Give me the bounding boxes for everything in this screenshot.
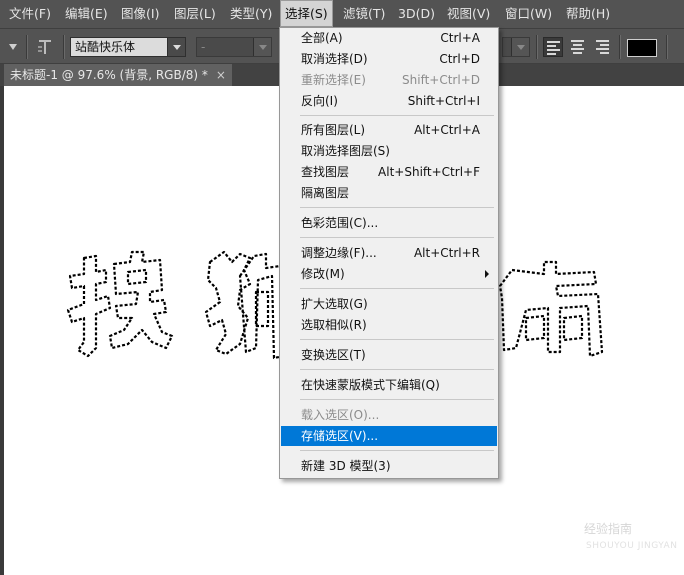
glyph-outline-2 — [204, 250, 286, 360]
menu-separator — [300, 288, 494, 289]
document-tab[interactable]: 未标题-1 @ 97.6% (背景, RGB/8) * × — [4, 64, 232, 86]
menu-item-similar[interactable]: 选取相似(R) — [281, 315, 497, 335]
divider — [63, 35, 65, 59]
menu-select[interactable]: 选择(S) — [280, 0, 333, 27]
menu-item-transform-selection[interactable]: 变换选区(T) — [281, 345, 497, 365]
menu-item-all-layers[interactable]: 所有图层(L) Alt+Ctrl+A — [281, 120, 497, 140]
text-orientation-icon[interactable] — [35, 38, 55, 56]
menu-edit[interactable]: 编辑(E) — [61, 0, 112, 28]
menu-item-color-range[interactable]: 色彩范围(C)... — [281, 213, 497, 233]
font-style-select[interactable]: - — [196, 37, 272, 57]
menu-type[interactable]: 类型(Y) — [226, 0, 276, 28]
menu-item-all[interactable]: 全部(A) Ctrl+A — [281, 28, 497, 48]
align-left-button[interactable] — [543, 37, 563, 57]
menu-item-grow[interactable]: 扩大选取(G) — [281, 294, 497, 314]
menu-separator — [300, 115, 494, 116]
menu-separator — [300, 237, 494, 238]
menu-bar: 文件(F) 编辑(E) 图像(I) 图层(L) 类型(Y) 选择(S) 滤镜(T… — [0, 0, 684, 28]
menu-image[interactable]: 图像(I) — [117, 0, 163, 28]
menu-3d[interactable]: 3D(D) — [394, 0, 439, 28]
menu-item-reselect: 重新选择(E) Shift+Ctrl+D — [301, 73, 480, 87]
anti-alias-select[interactable] — [502, 37, 530, 57]
divider — [26, 35, 28, 59]
menu-separator — [300, 339, 494, 340]
menu-item-refine-edge[interactable]: 调整边缘(F)... Alt+Ctrl+R — [281, 243, 497, 263]
menu-separator — [300, 369, 494, 370]
menu-help[interactable]: 帮助(H) — [562, 0, 614, 28]
close-icon[interactable]: × — [216, 68, 226, 82]
font-family-value: 站酷快乐体 — [75, 40, 136, 54]
menu-item-new-3d-model[interactable]: 新建 3D 模型(3) — [281, 456, 497, 476]
watermark: 经验指南 — [584, 522, 633, 536]
menu-item-load-selection: 载入选区(O)... — [301, 408, 380, 422]
align-center-button[interactable] — [568, 37, 588, 57]
menu-filter[interactable]: 滤镜(T) — [339, 0, 389, 28]
glyph-outline-3 — [498, 260, 604, 358]
chevron-down-icon — [167, 38, 185, 56]
menu-item-quick-mask[interactable]: 在快速蒙版模式下编辑(Q) — [281, 375, 497, 395]
menu-window[interactable]: 窗口(W) — [501, 0, 556, 28]
menu-item-find-layers[interactable]: 查找图层 Alt+Shift+Ctrl+F — [281, 162, 497, 182]
chevron-down-icon — [253, 38, 271, 56]
menu-view[interactable]: 视图(V) — [443, 0, 494, 28]
divider — [536, 35, 538, 59]
chevron-down-icon — [511, 38, 529, 56]
menu-layer[interactable]: 图层(L) — [170, 0, 220, 28]
menu-separator — [300, 450, 494, 451]
select-menu-dropdown: 全部(A) Ctrl+A 取消选择(D) Ctrl+D 重新选择(E) Shift+C… — [279, 27, 499, 479]
font-family-select[interactable]: 站酷快乐体 — [70, 37, 186, 57]
menu-item-save-selection[interactable]: 存储选区(V)... — [281, 426, 497, 446]
menu-item-deselect-layers[interactable]: 取消选择图层(S) — [281, 141, 497, 161]
menu-separator — [300, 399, 494, 400]
submenu-arrow-icon — [485, 270, 489, 278]
document-tab-title: 未标题-1 @ 97.6% (背景, RGB/8) * — [10, 68, 208, 82]
menu-separator — [300, 207, 494, 208]
menu-item-inverse[interactable]: 反向(I) Shift+Ctrl+I — [281, 91, 497, 111]
divider — [666, 35, 668, 59]
tool-preset-caret-icon[interactable] — [8, 42, 18, 52]
align-right-button[interactable] — [593, 37, 613, 57]
menu-item-isolate-layers[interactable]: 隔离图层 — [281, 183, 497, 203]
glyph-outline-1 — [66, 250, 174, 358]
menu-file[interactable]: 文件(F) — [5, 0, 55, 28]
watermark-subtitle: SHOUYOU JINGYAN — [586, 541, 678, 551]
menu-item-deselect[interactable]: 取消选择(D) Ctrl+D — [281, 49, 497, 69]
font-style-value: - — [201, 40, 206, 54]
divider — [619, 35, 621, 59]
menu-item-modify[interactable]: 修改(M) — [281, 264, 497, 284]
text-color-swatch[interactable] — [627, 39, 657, 57]
